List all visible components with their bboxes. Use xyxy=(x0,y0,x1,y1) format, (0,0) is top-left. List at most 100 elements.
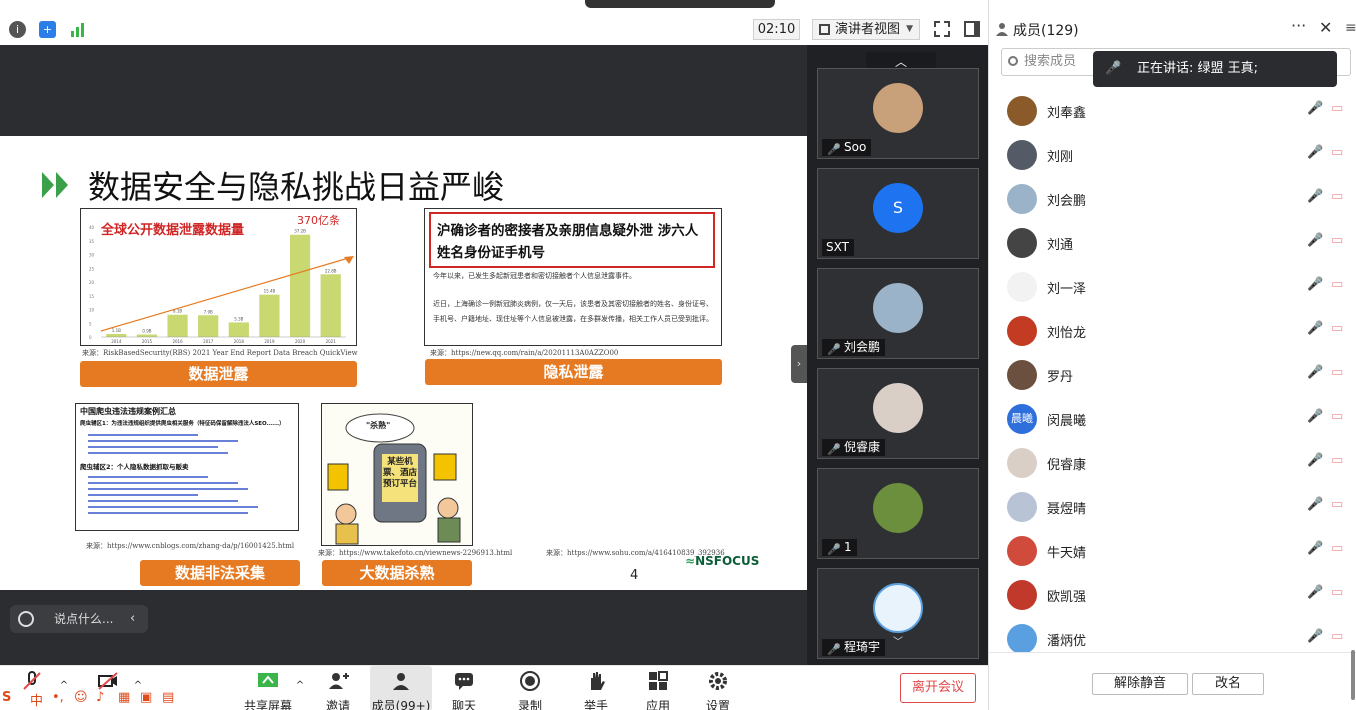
member-row[interactable]: 欧凯强 🎤 ▭ xyxy=(989,572,1356,616)
view-mode-label: 演讲者视图 xyxy=(835,22,901,37)
toolbox-icon[interactable]: ▣ xyxy=(140,690,152,705)
member-row[interactable]: 罗丹 🎤 ▭ xyxy=(989,352,1356,396)
camera-off-icon[interactable]: ▭ xyxy=(1331,277,1343,292)
user-icon xyxy=(996,23,1008,36)
ime-mode-label[interactable]: 中 xyxy=(30,690,43,709)
members-scrollbar[interactable] xyxy=(1351,650,1355,700)
rename-button[interactable]: 改名 xyxy=(1192,673,1264,695)
invite-button[interactable]: 邀请 xyxy=(318,666,358,710)
member-row[interactable]: 潘炳优 🎤 ▭ xyxy=(989,616,1356,652)
unmute-all-button[interactable]: 解除静音 xyxy=(1092,673,1188,695)
member-row[interactable]: 聂煜晴 🎤 ▭ xyxy=(989,484,1356,528)
video-tile[interactable]: 🎤 1 xyxy=(817,468,979,559)
video-tile[interactable]: ﹀ 🎤 程琦宇 xyxy=(817,568,979,659)
view-mode-dropdown[interactable]: 演讲者视图 ▼ xyxy=(812,19,920,40)
camera-off-icon[interactable]: ▭ xyxy=(1331,497,1343,512)
member-row[interactable]: 刘通 🎤 ▭ xyxy=(989,220,1356,264)
member-row[interactable]: 倪睿康 🎤 ▭ xyxy=(989,440,1356,484)
video-tile[interactable]: 🎤 刘会鹏 xyxy=(817,268,979,359)
shield-icon[interactable]: + xyxy=(39,21,56,38)
muted-mic-icon: 🎤 xyxy=(827,343,841,356)
member-name: 刘怡龙 xyxy=(1047,326,1087,341)
keyboard-icon[interactable]: ▦ xyxy=(118,690,130,705)
member-avatar xyxy=(1007,272,1037,302)
video-tile[interactable]: 🎤 倪睿康 xyxy=(817,368,979,459)
camera-off-icon[interactable]: ▭ xyxy=(1331,365,1343,380)
member-name: 牛天婧 xyxy=(1047,546,1087,561)
apps-button[interactable]: 应用 xyxy=(638,666,678,710)
voice-input-icon[interactable]: ♪ xyxy=(96,690,104,705)
video-tile[interactable]: S SXT xyxy=(817,168,979,259)
more-options-icon[interactable]: ··· xyxy=(1291,16,1306,35)
camera-off-icon[interactable]: ▭ xyxy=(1331,453,1343,468)
camera-off-icon[interactable]: ▭ xyxy=(1331,409,1343,424)
raise-hand-button[interactable]: 举手 xyxy=(576,666,616,710)
member-name: 潘炳优 xyxy=(1047,634,1087,649)
scroll-down-icon[interactable]: ﹀ xyxy=(893,633,903,648)
bar-value-label: 0.9B xyxy=(142,329,151,334)
muted-mic-icon[interactable]: 🎤 xyxy=(1307,145,1323,160)
photo-avatar xyxy=(873,583,923,633)
chart-bar xyxy=(320,274,341,337)
member-row[interactable]: 牛天婧 🎤 ▭ xyxy=(989,528,1356,572)
record-button[interactable]: 录制 xyxy=(510,666,550,710)
more-tools-icon[interactable]: ▤ xyxy=(162,690,174,705)
camera-off-icon[interactable]: ▭ xyxy=(1331,541,1343,556)
member-row[interactable]: 刘会鹏 🎤 ▭ xyxy=(989,176,1356,220)
muted-mic-icon[interactable]: 🎤 xyxy=(1307,233,1323,248)
signal-icon[interactable] xyxy=(70,21,87,38)
members-button[interactable]: 成员(99+) xyxy=(370,666,432,710)
sogou-logo-icon[interactable]: S xyxy=(2,690,11,705)
fullscreen-icon[interactable] xyxy=(934,21,950,37)
member-row[interactable]: 刘一泽 🎤 ▭ xyxy=(989,264,1356,308)
muted-mic-icon[interactable]: 🎤 xyxy=(1307,365,1323,380)
muted-mic-icon[interactable]: 🎤 xyxy=(1307,321,1323,336)
info-icon[interactable]: i xyxy=(9,21,26,38)
settings-button[interactable]: 设置 xyxy=(698,666,738,710)
member-row[interactable]: 刘刚 🎤 ▭ xyxy=(989,132,1356,176)
menu-icon[interactable]: ≡ xyxy=(1345,20,1356,36)
camera-off-icon[interactable]: ▭ xyxy=(1331,321,1343,336)
muted-mic-icon[interactable]: 🎤 xyxy=(1307,629,1323,644)
muted-mic-icon[interactable]: 🎤 xyxy=(1307,585,1323,600)
close-icon[interactable]: ✕ xyxy=(1319,18,1332,37)
share-screen-button[interactable]: 共享屏幕 xyxy=(238,666,298,710)
punctuation-icon[interactable]: •, xyxy=(52,690,64,705)
camera-off-icon[interactable]: ▭ xyxy=(1331,233,1343,248)
member-row[interactable]: 晨曦 闵晨曦 🎤 ▭ xyxy=(989,396,1356,440)
chat-button[interactable]: 聊天 xyxy=(444,666,484,710)
member-avatar xyxy=(1007,140,1037,170)
muted-mic-icon[interactable]: 🎤 xyxy=(1307,409,1323,424)
muted-mic-icon[interactable]: 🎤 xyxy=(1307,541,1323,556)
chat-input[interactable]: 说点什么... ‹ xyxy=(10,605,148,633)
sidebar-icon[interactable] xyxy=(964,21,980,37)
emoji-icon[interactable] xyxy=(18,611,34,627)
member-row[interactable]: 刘怡龙 🎤 ▭ xyxy=(989,308,1356,352)
slide-page-number: 4 xyxy=(630,568,639,583)
camera-off-icon[interactable]: ▭ xyxy=(1331,189,1343,204)
chart-source: 来源：RiskBasedSecurity(RBS) 2021 Year End … xyxy=(82,349,358,357)
muted-mic-icon[interactable]: 🎤 xyxy=(1307,453,1323,468)
video-tile[interactable]: 🎤 Soo xyxy=(817,68,979,159)
collapse-video-strip-button[interactable]: › xyxy=(791,345,807,383)
muted-mic-icon: 🎤 xyxy=(827,443,841,456)
crawler-heading: 中国爬虫违法违规案例汇总 xyxy=(80,407,176,416)
muted-mic-icon: 🎤 xyxy=(1105,61,1122,76)
leave-meeting-button[interactable]: 离开会议 xyxy=(900,673,976,703)
muted-mic-icon[interactable]: 🎤 xyxy=(1307,497,1323,512)
share-options-caret[interactable]: ^ xyxy=(294,666,306,710)
muted-mic-icon[interactable]: 🎤 xyxy=(1307,189,1323,204)
camera-off-icon[interactable]: ▭ xyxy=(1331,585,1343,600)
camera-off-icon[interactable]: ▭ xyxy=(1331,145,1343,160)
muted-mic-icon[interactable]: 🎤 xyxy=(1307,101,1323,116)
illegal-collection-label: 数据非法采集 xyxy=(140,560,300,586)
muted-mic-icon[interactable]: 🎤 xyxy=(1307,277,1323,292)
member-name: 倪睿康 xyxy=(1047,458,1087,473)
member-row[interactable]: 刘奉鑫 🎤 ▭ xyxy=(989,88,1356,132)
smiley-icon[interactable]: ☺ xyxy=(74,690,88,705)
x-tick-label: 2017 xyxy=(203,339,214,344)
camera-off-icon[interactable]: ▭ xyxy=(1331,629,1343,644)
members-panel-title: 成员(129) xyxy=(1013,23,1079,39)
camera-off-icon[interactable]: ▭ xyxy=(1331,101,1343,116)
chevron-left-icon[interactable]: ‹ xyxy=(130,605,135,633)
